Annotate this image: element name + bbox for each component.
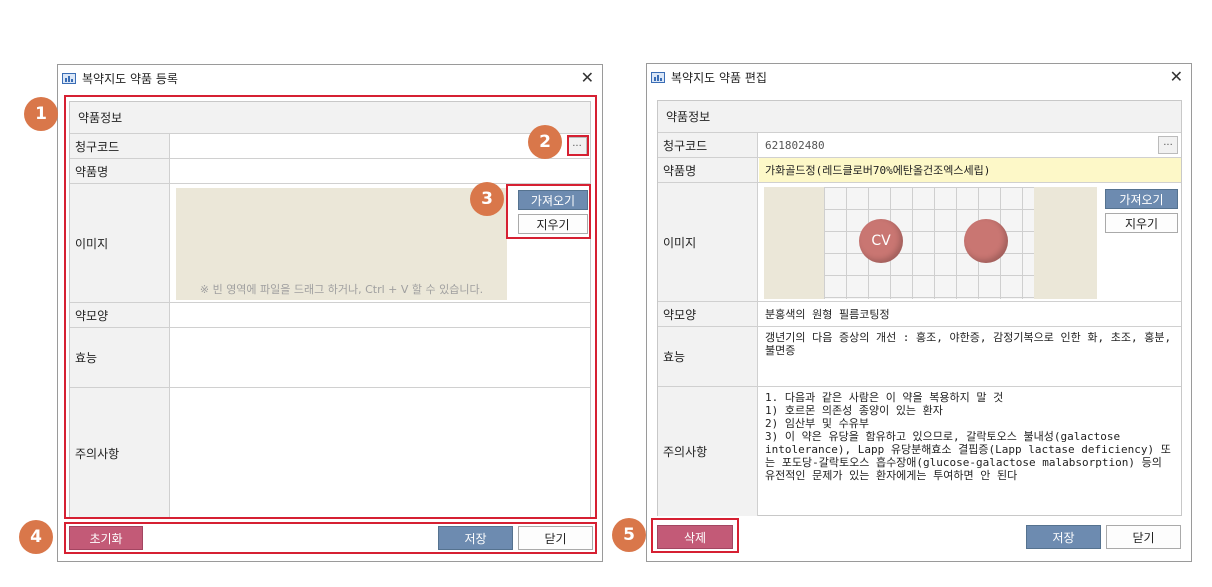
caution-label: 주의사항 — [658, 387, 758, 516]
effect-row: 효능 갱년기의 다음 증상의 개선 : 홍조, 야한증, 감정기복으로 인한 화… — [658, 327, 1181, 387]
highlight-info-panel — [64, 95, 597, 519]
fetch-button[interactable]: 가져오기 — [1105, 189, 1178, 209]
name-input[interactable]: 가화골드정(레드클로버70%에탄올건조엑스세립) — [759, 158, 1181, 182]
highlight-delete-button — [651, 518, 739, 553]
caution-textarea[interactable]: 1. 다음과 같은 사람은 이 약을 복용하지 말 것 1) 호르몬 의존성 종… — [759, 387, 1181, 516]
app-icon — [62, 72, 76, 84]
step-badge-4: 4 — [19, 520, 53, 554]
title-bar: 복약지도 약품 등록 ✕ — [58, 65, 602, 91]
step-badge-1: 1 — [24, 97, 58, 131]
name-label: 약품명 — [658, 158, 758, 182]
title-bar: 복약지도 약품 편집 ✕ — [647, 64, 1191, 90]
step-badge-3: 3 — [470, 182, 504, 216]
code-input[interactable]: 621802480 — [759, 133, 1181, 157]
section-header: 약품정보 — [658, 101, 1181, 133]
shape-input[interactable]: 분홍색의 원형 필름코팅정 — [759, 302, 1181, 326]
drug-image: CV — [764, 187, 1097, 299]
image-label: 이미지 — [658, 183, 758, 301]
image-row: 이미지 CV 가져오기 지우기 — [658, 183, 1181, 302]
code-label: 청구코드 — [658, 133, 758, 157]
shape-label: 약모양 — [658, 302, 758, 326]
close-icon[interactable]: ✕ — [1170, 67, 1183, 86]
pill-back — [964, 219, 1008, 263]
step-badge-5: 5 — [612, 518, 646, 552]
pill-front: CV — [859, 219, 903, 263]
effect-label: 효능 — [658, 327, 758, 386]
highlight-image-buttons — [506, 184, 591, 239]
caution-row: 주의사항 1. 다음과 같은 사람은 이 약을 복용하지 말 것 1) 호르몬 … — [658, 387, 1181, 516]
close-button[interactable]: 닫기 — [1106, 525, 1181, 549]
step-badge-2: 2 — [528, 125, 562, 159]
highlight-search-button — [567, 135, 589, 156]
highlight-bottom-buttons — [64, 522, 597, 554]
shape-row: 약모양 분홍색의 원형 필름코팅정 — [658, 302, 1181, 327]
window-title: 복약지도 약품 편집 — [671, 70, 767, 85]
window-title: 복약지도 약품 등록 — [82, 71, 178, 86]
name-row: 약품명 가화골드정(레드클로버70%에탄올건조엑스세립) — [658, 158, 1181, 183]
close-icon[interactable]: ✕ — [581, 68, 594, 87]
clear-button[interactable]: 지우기 — [1105, 213, 1178, 233]
effect-textarea[interactable]: 갱년기의 다음 증상의 개선 : 홍조, 야한증, 감정기복으로 인한 화, 초… — [759, 327, 1181, 386]
save-button[interactable]: 저장 — [1026, 525, 1101, 549]
drug-info-panel: 약품정보 청구코드 621802480 ··· 약품명 가화골드정(레드클로버7… — [657, 100, 1182, 516]
edit-dialog: 복약지도 약품 편집 ✕ 약품정보 청구코드 621802480 ··· 약품명… — [646, 63, 1192, 562]
code-row: 청구코드 621802480 ··· — [658, 133, 1181, 158]
code-search-button[interactable]: ··· — [1158, 136, 1178, 154]
app-icon — [651, 71, 665, 83]
